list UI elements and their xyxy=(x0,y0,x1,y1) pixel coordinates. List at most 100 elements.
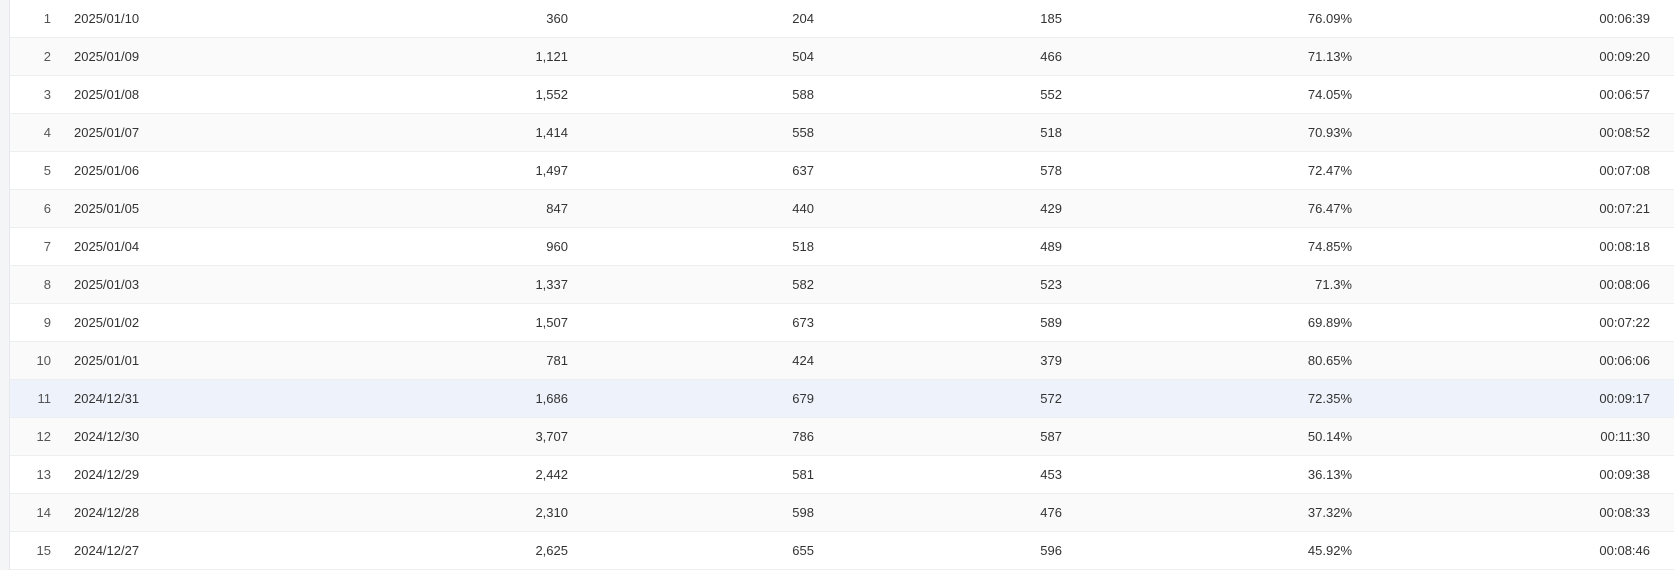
row-metric-3: 466 xyxy=(838,49,1086,64)
row-metric-2: 204 xyxy=(592,11,838,26)
table-row[interactable]: 62025/01/0584744042976.47%00:07:21 xyxy=(10,190,1674,228)
row-metric-1: 1,414 xyxy=(336,125,592,140)
table-row[interactable]: 52025/01/061,49763757872.47%00:07:08 xyxy=(10,152,1674,190)
row-metric-2: 598 xyxy=(592,505,838,520)
row-metric-2: 673 xyxy=(592,315,838,330)
table-row[interactable]: 12025/01/1036020418576.09%00:06:39 xyxy=(10,0,1674,38)
row-duration: 00:09:20 xyxy=(1376,49,1674,64)
row-duration: 00:06:06 xyxy=(1376,353,1674,368)
row-metric-1: 1,337 xyxy=(336,277,592,292)
table-row[interactable]: 132024/12/292,44258145336.13%00:09:38 xyxy=(10,456,1674,494)
row-index: 11 xyxy=(10,391,66,406)
row-metric-2: 679 xyxy=(592,391,838,406)
row-duration: 00:08:52 xyxy=(1376,125,1674,140)
row-metric-1: 1,121 xyxy=(336,49,592,64)
row-duration: 00:09:17 xyxy=(1376,391,1674,406)
table-row[interactable]: 82025/01/031,33758252371.3%00:08:06 xyxy=(10,266,1674,304)
row-percentage: 76.47% xyxy=(1086,201,1376,216)
row-percentage: 72.47% xyxy=(1086,163,1376,178)
row-percentage: 74.85% xyxy=(1086,239,1376,254)
row-metric-1: 1,686 xyxy=(336,391,592,406)
row-metric-3: 596 xyxy=(838,543,1086,558)
row-duration: 00:11:30 xyxy=(1376,429,1674,444)
report-container: 12025/01/1036020418576.09%00:06:3922025/… xyxy=(0,0,1674,570)
row-index: 8 xyxy=(10,277,66,292)
row-metric-1: 2,442 xyxy=(336,467,592,482)
row-metric-2: 440 xyxy=(592,201,838,216)
row-metric-3: 572 xyxy=(838,391,1086,406)
row-metric-3: 589 xyxy=(838,315,1086,330)
row-metric-3: 578 xyxy=(838,163,1086,178)
row-date: 2025/01/08 xyxy=(66,87,336,102)
row-index: 15 xyxy=(10,543,66,558)
row-metric-3: 587 xyxy=(838,429,1086,444)
table-row[interactable]: 152024/12/272,62565559645.92%00:08:46 xyxy=(10,532,1674,570)
row-percentage: 70.93% xyxy=(1086,125,1376,140)
data-table: 12025/01/1036020418576.09%00:06:3922025/… xyxy=(10,0,1674,570)
row-metric-3: 185 xyxy=(838,11,1086,26)
row-percentage: 72.35% xyxy=(1086,391,1376,406)
row-duration: 00:07:21 xyxy=(1376,201,1674,216)
row-date: 2025/01/07 xyxy=(66,125,336,140)
row-metric-3: 453 xyxy=(838,467,1086,482)
row-date: 2025/01/09 xyxy=(66,49,336,64)
row-metric-1: 2,310 xyxy=(336,505,592,520)
row-date: 2025/01/02 xyxy=(66,315,336,330)
row-index: 14 xyxy=(10,505,66,520)
row-metric-1: 360 xyxy=(336,11,592,26)
row-duration: 00:07:22 xyxy=(1376,315,1674,330)
row-percentage: 69.89% xyxy=(1086,315,1376,330)
row-index: 1 xyxy=(10,11,66,26)
table-row[interactable]: 32025/01/081,55258855274.05%00:06:57 xyxy=(10,76,1674,114)
table-row[interactable]: 112024/12/311,68667957272.35%00:09:17 xyxy=(10,380,1674,418)
row-metric-1: 960 xyxy=(336,239,592,254)
row-metric-3: 429 xyxy=(838,201,1086,216)
row-metric-1: 1,552 xyxy=(336,87,592,102)
row-percentage: 36.13% xyxy=(1086,467,1376,482)
row-metric-1: 847 xyxy=(336,201,592,216)
row-metric-2: 558 xyxy=(592,125,838,140)
row-duration: 00:08:18 xyxy=(1376,239,1674,254)
row-index: 3 xyxy=(10,87,66,102)
row-date: 2024/12/27 xyxy=(66,543,336,558)
row-date: 2025/01/06 xyxy=(66,163,336,178)
row-metric-1: 2,625 xyxy=(336,543,592,558)
left-gutter xyxy=(0,0,10,570)
row-metric-2: 786 xyxy=(592,429,838,444)
row-duration: 00:08:33 xyxy=(1376,505,1674,520)
row-metric-1: 1,507 xyxy=(336,315,592,330)
row-date: 2024/12/30 xyxy=(66,429,336,444)
row-metric-3: 523 xyxy=(838,277,1086,292)
row-metric-2: 518 xyxy=(592,239,838,254)
row-index: 7 xyxy=(10,239,66,254)
row-percentage: 71.13% xyxy=(1086,49,1376,64)
table-row[interactable]: 72025/01/0496051848974.85%00:08:18 xyxy=(10,228,1674,266)
row-index: 13 xyxy=(10,467,66,482)
table-row[interactable]: 142024/12/282,31059847637.32%00:08:33 xyxy=(10,494,1674,532)
table-row[interactable]: 102025/01/0178142437980.65%00:06:06 xyxy=(10,342,1674,380)
row-index: 6 xyxy=(10,201,66,216)
row-index: 9 xyxy=(10,315,66,330)
row-metric-3: 518 xyxy=(838,125,1086,140)
row-percentage: 71.3% xyxy=(1086,277,1376,292)
row-metric-2: 655 xyxy=(592,543,838,558)
row-metric-2: 504 xyxy=(592,49,838,64)
row-metric-2: 581 xyxy=(592,467,838,482)
table-row[interactable]: 122024/12/303,70778658750.14%00:11:30 xyxy=(10,418,1674,456)
row-percentage: 37.32% xyxy=(1086,505,1376,520)
table-row[interactable]: 92025/01/021,50767358969.89%00:07:22 xyxy=(10,304,1674,342)
row-metric-2: 582 xyxy=(592,277,838,292)
row-metric-3: 489 xyxy=(838,239,1086,254)
table-row[interactable]: 42025/01/071,41455851870.93%00:08:52 xyxy=(10,114,1674,152)
row-duration: 00:06:39 xyxy=(1376,11,1674,26)
row-index: 5 xyxy=(10,163,66,178)
row-date: 2025/01/03 xyxy=(66,277,336,292)
table-row[interactable]: 22025/01/091,12150446671.13%00:09:20 xyxy=(10,38,1674,76)
row-date: 2025/01/05 xyxy=(66,201,336,216)
row-metric-2: 588 xyxy=(592,87,838,102)
row-index: 10 xyxy=(10,353,66,368)
row-metric-3: 476 xyxy=(838,505,1086,520)
row-percentage: 76.09% xyxy=(1086,11,1376,26)
row-metric-2: 424 xyxy=(592,353,838,368)
row-duration: 00:08:46 xyxy=(1376,543,1674,558)
